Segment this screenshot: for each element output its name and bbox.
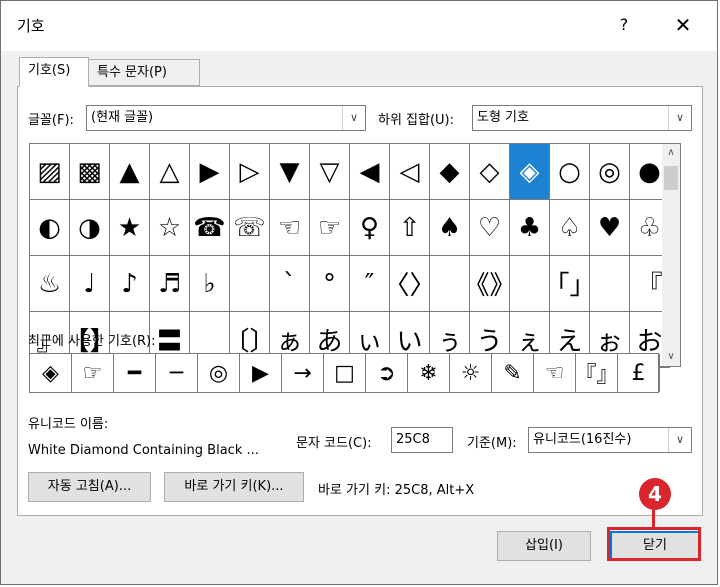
recent-symbol-cell[interactable]: ━ (114, 354, 156, 392)
symbol-dialog: 기호 ? ✕ 기호(S) 특수 문자(P) 글꼴(F): (현재 글꼴) ∨ 하… (0, 0, 718, 585)
symbol-cell[interactable]: ○ (550, 144, 590, 200)
symbol-cell[interactable]: ♩ (70, 256, 110, 312)
symbol-cell[interactable]: ♡ (470, 200, 510, 256)
char-code-field[interactable]: 25C8 (391, 427, 453, 453)
callout-highlight (607, 527, 701, 561)
recent-symbol-cell[interactable]: ☼ (450, 354, 492, 392)
symbol-cell[interactable] (230, 256, 270, 312)
symbol-cell[interactable]: ⇧ (390, 200, 430, 256)
shortcut-key-button[interactable]: 바로 가기 키(K)... (164, 472, 304, 502)
recent-symbol-cell[interactable]: ◎ (198, 354, 240, 392)
font-select[interactable]: (현재 글꼴) ∨ (86, 105, 366, 131)
symbol-cell[interactable]: ▶ (190, 144, 230, 200)
recent-symbol-cell[interactable]: ✎ (492, 354, 534, 392)
symbol-cell[interactable]: ◇ (470, 144, 510, 200)
symbol-cell[interactable]: 〈〉 (384, 256, 436, 312)
symbol-cell[interactable]: △ (150, 144, 190, 200)
symbol-cell[interactable]: ♤ (550, 200, 590, 256)
symbol-cell[interactable]: ▲ (110, 144, 150, 200)
symbol-cell[interactable]: ♪ (110, 256, 150, 312)
recent-symbol-cell[interactable]: ▶ (240, 354, 282, 392)
recent-symbol-cell[interactable]: ☜ (534, 354, 576, 392)
symbol-cell[interactable]: ◐ (30, 200, 70, 256)
recent-symbol-cell[interactable]: ◈ (30, 354, 72, 392)
help-button[interactable]: ? (613, 13, 635, 37)
symbol-cell[interactable]: ◁ (390, 144, 430, 200)
base-select[interactable]: 유니코드(16진수) ∨ (528, 427, 692, 453)
symbol-cell[interactable]: ♣ (510, 200, 550, 256)
symbol-cell[interactable]: ▷ (230, 144, 270, 200)
scroll-down-icon[interactable]: ∨ (662, 348, 680, 366)
symbol-cell[interactable]: ▨ (30, 144, 70, 200)
scroll-thumb[interactable] (664, 166, 678, 190)
symbol-cell[interactable] (590, 256, 630, 312)
symbol-cell[interactable]: ♥ (590, 200, 630, 256)
symbol-cell[interactable]: ♀ (350, 200, 390, 256)
symbol-cell[interactable]: ▼ (270, 144, 310, 200)
symbol-cell[interactable]: ♬ (150, 256, 190, 312)
autocorrect-button[interactable]: 자동 고침(A)... (28, 472, 151, 502)
symbol-cell[interactable]: ☜ (270, 200, 310, 256)
unicode-name-value: White Diamond Containing Black ... (28, 443, 259, 458)
recent-symbol-cell[interactable]: ☞ (72, 354, 114, 392)
subset-select[interactable]: 도형 기호 ∨ (472, 105, 692, 131)
symbol-cell[interactable]: ◀ (350, 144, 390, 200)
symbol-cell[interactable]: ▩ (70, 144, 110, 200)
symbol-cell[interactable]: ◎ (590, 144, 630, 200)
recent-symbol-cell[interactable]: ─ (156, 354, 198, 392)
unicode-name-label: 유니코드 이름: (28, 417, 109, 432)
chevron-down-icon: ∨ (668, 106, 691, 130)
symbol-cell[interactable]: ◈ (510, 144, 550, 200)
recent-symbol-cell[interactable]: 『』 (575, 354, 619, 392)
char-code-label: 문자 코드(C): (296, 436, 372, 451)
symbol-cell[interactable]: ☎ (190, 200, 230, 256)
recent-symbols-label: 최근에 사용한 기호(R): (28, 334, 156, 349)
dialog-title: 기호 (17, 17, 45, 35)
recent-symbol-cell[interactable]: £ (618, 354, 660, 392)
symbol-cell[interactable]: ◑ (70, 200, 110, 256)
shortcut-key-text: 바로 가기 키: 25C8, Alt+X (318, 483, 475, 498)
insert-button[interactable]: 삽입(I) (497, 531, 591, 561)
subset-label: 하위 집합(U): (378, 113, 455, 128)
font-label: 글꼴(F): (28, 113, 74, 128)
base-select-value: 유니코드(16진수) (533, 432, 632, 447)
symbol-cell[interactable]: ☆ (150, 200, 190, 256)
recent-symbol-cell[interactable]: → (282, 354, 324, 392)
symbol-cell[interactable]: ☞ (310, 200, 350, 256)
symbol-cell[interactable]: ° (310, 256, 350, 312)
symbol-cell[interactable]: ☏ (230, 200, 270, 256)
symbol-cell[interactable]: ♠ (430, 200, 470, 256)
chevron-down-icon: ∨ (668, 428, 691, 452)
font-select-value: (현재 글꼴) (91, 110, 154, 125)
recent-symbol-cell[interactable]: □ (324, 354, 366, 392)
tab-symbols[interactable]: 기호(S) (19, 57, 89, 87)
title-bar: 기호 ? ✕ (1, 1, 717, 51)
symbol-cell[interactable]: ˋ (270, 256, 310, 312)
chevron-down-icon: ∨ (342, 106, 365, 130)
symbol-cell[interactable]: 《》 (464, 256, 516, 312)
scroll-up-icon[interactable]: ∧ (662, 144, 680, 162)
recent-symbols-grid[interactable]: ◈ ☞ ━ ─ ◎ ▶ → □ ➲ ❄ ☼ ✎ ☜ 『』 £ (29, 353, 660, 393)
subset-select-value: 도형 기호 (477, 110, 529, 125)
recent-symbol-cell[interactable]: ❄ (408, 354, 450, 392)
symbol-cell[interactable]: ▽ (310, 144, 350, 200)
base-label: 기준(M): (467, 436, 517, 451)
symbol-cell[interactable]: 「」 (544, 256, 596, 312)
symbol-cell[interactable]: ♭ (190, 256, 230, 312)
symbol-cell[interactable]: ★ (110, 200, 150, 256)
symbols-panel: 글꼴(F): (현재 글꼴) ∨ 하위 집합(U): 도형 기호 ∨ ▨ ▩ ▲ △ ▶… (17, 86, 703, 516)
symbol-grid-scrollbar[interactable]: ∧ ∨ (662, 143, 681, 367)
recent-symbol-cell[interactable]: ➲ (366, 354, 408, 392)
step-badge: 4 (639, 478, 671, 510)
symbol-cell[interactable]: ◆ (430, 144, 470, 200)
symbol-cell[interactable]: ♨ (30, 256, 70, 312)
close-icon[interactable]: ✕ (669, 11, 697, 39)
tab-special-characters[interactable]: 특수 문자(P) (88, 59, 200, 86)
